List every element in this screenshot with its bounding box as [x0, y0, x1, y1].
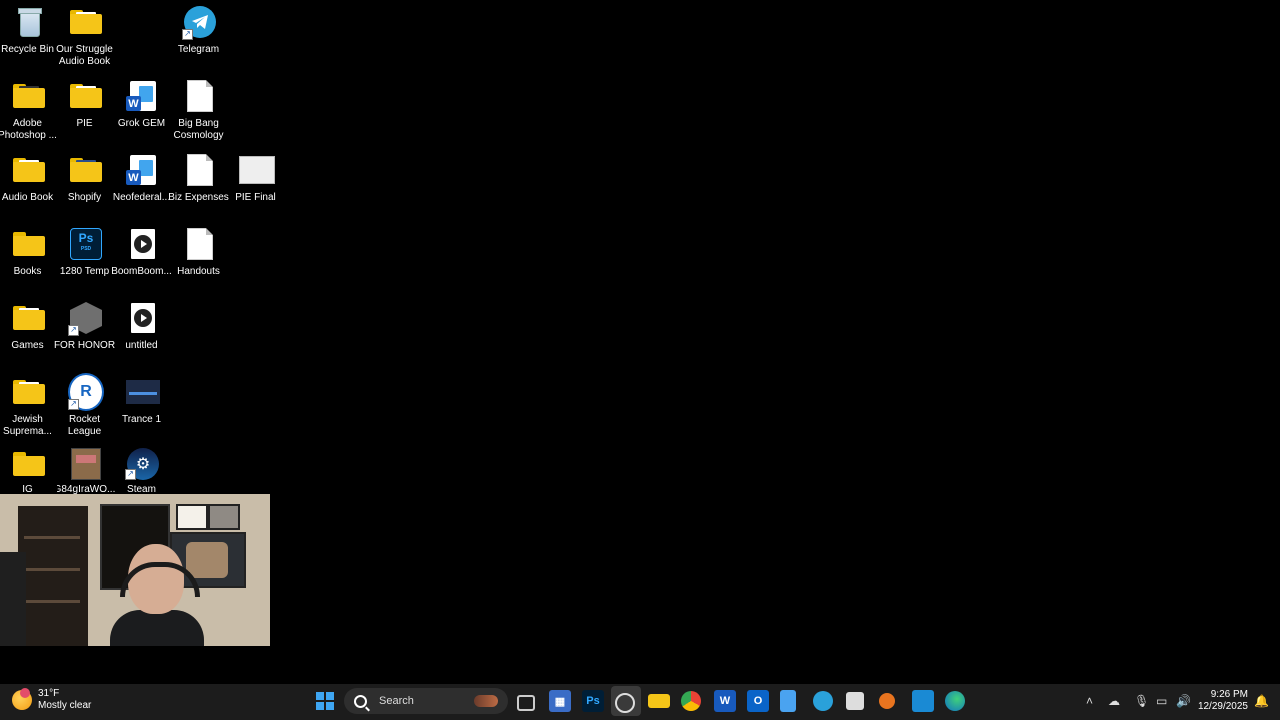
- desktop-icon-our-struggle-audio-book[interactable]: Our Struggle Audio Book: [56, 0, 115, 70]
- store-icon[interactable]: [912, 690, 934, 712]
- search-highlight-icon: [474, 695, 498, 707]
- desktop-icon-steam[interactable]: ⚙ ↗ Steam: [114, 444, 172, 494]
- obs-icon[interactable]: [615, 693, 635, 713]
- show-hidden-icons-icon[interactable]: ˄: [1086, 694, 1093, 708]
- streamer: [110, 544, 204, 646]
- folder-icon: [11, 374, 47, 410]
- search-icon: [354, 694, 367, 708]
- webcam-overlay: [0, 494, 270, 646]
- volume-icon[interactable]: 🔊: [1176, 694, 1191, 708]
- psd-file-icon: Ps PSD: [68, 226, 104, 262]
- desktop-icon-untitled[interactable]: untitled: [114, 296, 172, 366]
- rocket-league-icon: R ↗: [68, 373, 104, 411]
- desktop-icon-rocket-league[interactable]: R ↗ Rocket League: [57, 370, 115, 440]
- calculator-icon[interactable]: ▦: [549, 690, 571, 712]
- wall-frame-small: [208, 504, 240, 530]
- taskbar: 31°F Mostly clear Search ▦ Ps W O ˄ ☁ 🎙 …: [0, 684, 1280, 720]
- image-thumbnail-icon: [125, 374, 161, 410]
- onedrive-icon[interactable]: ☁: [1108, 694, 1120, 708]
- folder-icon: [11, 152, 47, 188]
- text-doc-icon: [182, 78, 218, 114]
- notepad-icon[interactable]: [780, 690, 796, 712]
- search-box[interactable]: Search: [344, 688, 508, 714]
- desktop-icon-1280-temp[interactable]: Ps PSD 1280 Temp: [57, 222, 115, 292]
- file-explorer-icon[interactable]: [648, 694, 670, 708]
- desktop-icon-recycle-bin[interactable]: Recycle Bin: [0, 0, 58, 70]
- folder-icon: [11, 78, 47, 114]
- desktop-icon-handouts[interactable]: Handouts: [171, 222, 229, 292]
- network-icon[interactable]: ▭: [1156, 694, 1167, 708]
- chrome-icon[interactable]: [681, 691, 701, 711]
- desktop-icon-biz-expenses[interactable]: Biz Expenses: [168, 148, 229, 218]
- telegram-icon[interactable]: [813, 691, 833, 711]
- steam-icon: ⚙ ↗: [125, 448, 161, 480]
- image-thumbnail-icon: [68, 448, 104, 480]
- desktop-icon-g84giraWO[interactable]: G84gIraWO...: [57, 444, 115, 494]
- text-doc-icon: [182, 226, 218, 262]
- desktop-icon-neofederal[interactable]: W Neofederal...: [113, 148, 172, 218]
- image-thumbnail-icon: [239, 152, 275, 188]
- desktop-icon-games[interactable]: Games: [0, 296, 58, 366]
- folder-icon: [68, 4, 104, 40]
- search-label: Search: [379, 695, 414, 707]
- clock-time: 9:26 PM: [1210, 689, 1248, 700]
- clock-date: 12/29/2025: [1197, 701, 1248, 712]
- weather-condition: Mostly clear: [38, 700, 92, 711]
- notifications-icon[interactable]: 🔔: [1254, 694, 1269, 708]
- media-icon[interactable]: [879, 693, 895, 709]
- desktop-icon-ig[interactable]: IG: [0, 444, 58, 494]
- word-icon[interactable]: W: [714, 690, 736, 712]
- telegram-icon: ↗: [182, 4, 218, 40]
- folder-icon: [11, 300, 47, 336]
- desktop-icon-pie-final[interactable]: PIE Final: [228, 148, 286, 218]
- desktop-icon-jewish-suprema[interactable]: Jewish Suprema...: [0, 370, 58, 440]
- weather-icon: [12, 688, 32, 710]
- desktop-icon-books[interactable]: Books: [0, 222, 58, 292]
- for-honor-icon: ↗: [68, 300, 104, 336]
- weather-temp: 31°F: [38, 688, 60, 699]
- desktop-icon-telegram[interactable]: ↗ Telegram: [171, 0, 229, 70]
- edge-icon[interactable]: [945, 691, 965, 711]
- outlook-icon[interactable]: O: [747, 690, 769, 712]
- desktop-icon-grok-gem[interactable]: W Grok GEM: [114, 74, 172, 144]
- recycle-bin-icon: [11, 4, 47, 40]
- bookshelf: [18, 506, 88, 646]
- desktop-icon-trance-1[interactable]: Trance 1: [114, 370, 172, 440]
- text-doc-icon: [182, 152, 218, 188]
- task-view-icon[interactable]: [517, 695, 535, 711]
- start-button[interactable]: [316, 692, 334, 710]
- folder-icon: [68, 78, 104, 114]
- folder-icon: [11, 448, 47, 480]
- snipping-tool-icon[interactable]: [846, 692, 864, 710]
- microphone-icon[interactable]: 🎙: [1134, 694, 1149, 708]
- photoshop-icon[interactable]: Ps: [582, 690, 604, 712]
- word-doc-icon: W: [125, 152, 161, 188]
- desktop-icon-shopify[interactable]: Shopify: [57, 148, 115, 218]
- media-file-icon: [125, 226, 161, 262]
- desktop-icon-for-honor[interactable]: ↗ FOR HONOR: [54, 296, 115, 366]
- chair: [0, 552, 26, 646]
- word-doc-icon: W: [125, 78, 161, 114]
- folder-icon: [68, 152, 104, 188]
- wall-frame-small: [176, 504, 208, 530]
- media-file-icon: [125, 300, 161, 336]
- desktop-icon-audio-book[interactable]: Audio Book: [0, 148, 58, 218]
- weather-widget[interactable]: 31°F Mostly clear: [12, 688, 91, 712]
- clock[interactable]: 9:26 PM 12/29/2025: [1196, 689, 1248, 713]
- desktop-icon-big-bang-cosmology[interactable]: Big Bang Cosmology: [171, 74, 229, 144]
- desktop-icon-pie[interactable]: PIE: [57, 74, 115, 144]
- folder-icon: [11, 226, 47, 262]
- desktop-icon-boomboom[interactable]: BoomBoom...: [111, 222, 172, 292]
- desktop-icon-adobe-photoshop[interactable]: Adobe Photoshop ...: [0, 74, 58, 144]
